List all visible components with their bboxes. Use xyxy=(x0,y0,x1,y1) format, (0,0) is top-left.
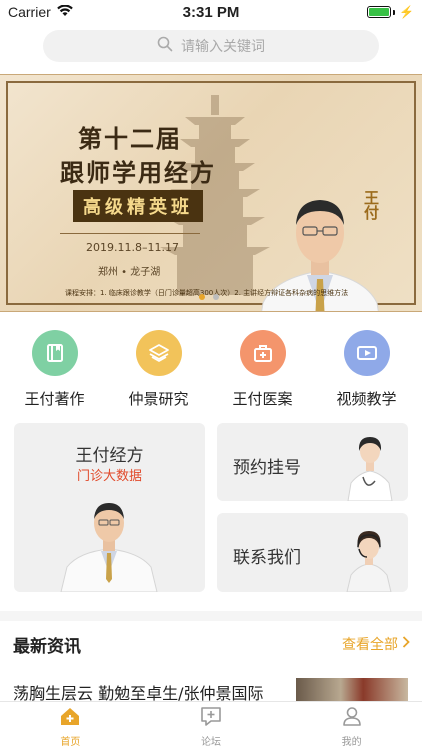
support-agent-portrait xyxy=(346,531,392,592)
chevron-right-icon xyxy=(402,636,410,652)
category-research[interactable]: 仲景研究 xyxy=(106,330,211,409)
category-label: 王付著作 xyxy=(24,390,85,408)
search-input[interactable]: 请输入关键词 xyxy=(43,30,379,62)
card-title: 预约挂号 xyxy=(233,458,301,478)
card-title: 联系我们 xyxy=(233,548,301,568)
medical-kit-icon xyxy=(239,330,286,376)
banner-pagination[interactable] xyxy=(199,294,219,300)
appointment-card[interactable]: 预约挂号 xyxy=(217,423,408,501)
video-icon xyxy=(343,330,390,376)
category-label: 仲景研究 xyxy=(128,390,189,408)
forum-icon xyxy=(200,705,222,730)
news-section-title: 最新资讯 xyxy=(13,637,81,657)
tab-bar: 首页 论坛 我的 xyxy=(0,701,422,750)
banner-dot[interactable] xyxy=(213,294,219,300)
category-label: 王付医案 xyxy=(232,390,293,408)
nurse-portrait xyxy=(347,437,393,501)
banner-dot-active[interactable] xyxy=(199,294,205,300)
prescription-data-card[interactable]: 王付经方 门诊大数据 xyxy=(14,423,205,592)
view-all-link[interactable]: 查看全部 xyxy=(342,634,410,654)
layers-icon xyxy=(135,330,182,376)
category-works[interactable]: 王付著作 xyxy=(2,330,107,409)
promo-banner[interactable]: 第十二届 跟师学用经方 高级精英班 2019.11.8–11.17 郑州 • 龙… xyxy=(0,74,422,312)
category-videos[interactable]: 视频教学 xyxy=(314,330,419,409)
tab-label: 首页 xyxy=(60,736,81,748)
category-label: 视频教学 xyxy=(336,390,397,408)
contact-card[interactable]: 联系我们 xyxy=(217,513,408,592)
tab-label: 论坛 xyxy=(201,736,221,748)
news-thumbnail[interactable] xyxy=(296,678,408,702)
book-icon xyxy=(31,330,78,376)
status-time: 3:31 PM xyxy=(182,3,240,21)
banner-date: 2019.11.8–11.17 xyxy=(86,241,179,254)
tab-profile[interactable]: 我的 xyxy=(281,702,422,750)
home-icon xyxy=(59,705,81,730)
banner-title-line2: 跟师学用经方 xyxy=(60,158,216,187)
tab-forum[interactable]: 论坛 xyxy=(141,702,282,750)
tab-label: 我的 xyxy=(341,736,362,748)
banner-title-line1: 第十二届 xyxy=(78,124,182,153)
banner-divider xyxy=(60,233,200,234)
section-divider xyxy=(0,611,422,621)
user-icon xyxy=(341,705,363,730)
doctor-portrait xyxy=(60,503,158,592)
search-placeholder: 请输入关键词 xyxy=(181,39,265,55)
banner-class-badge: 高级精英班 xyxy=(73,190,203,222)
banner-location: 郑州 • 龙子湖 xyxy=(98,267,161,278)
view-all-label: 查看全部 xyxy=(342,637,398,653)
search-icon xyxy=(157,36,173,56)
status-bar: Carrier 3:31 PM ⚡ xyxy=(0,0,422,24)
card-subtitle: 门诊大数据 xyxy=(76,469,142,484)
category-cases[interactable]: 王付医案 xyxy=(210,330,315,409)
tab-home[interactable]: 首页 xyxy=(0,702,141,750)
card-title: 王付经方 xyxy=(75,446,144,466)
